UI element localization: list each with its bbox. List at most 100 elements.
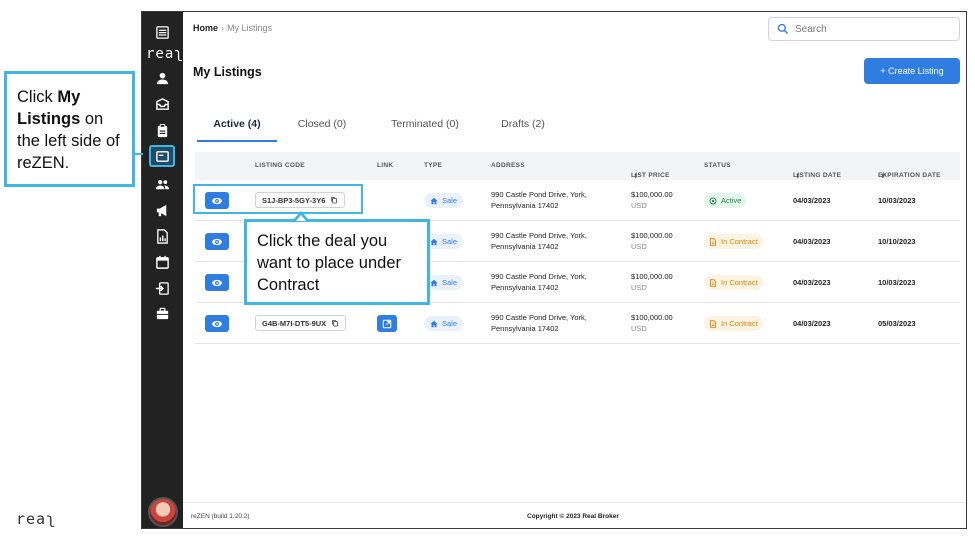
type-label: Sale [442, 196, 458, 205]
price-amount: $100,000.00 [631, 313, 673, 322]
sort-icon: ⬍ [633, 173, 639, 180]
list-price: $100,000.00 USD [631, 312, 673, 334]
price-currency: USD [631, 324, 647, 333]
briefcase-icon[interactable] [152, 303, 172, 323]
tabs: Active (4) Closed (0) Terminated (0) Dra… [197, 112, 563, 142]
tab-terminated[interactable]: Terminated (0) [367, 112, 483, 142]
type-badge: Sale [424, 316, 464, 331]
status-badge: In Contract [704, 234, 763, 249]
type-badge: Sale [424, 193, 464, 208]
listing-address: 990 Castle Pond Drive, York, Pennsylvani… [491, 190, 587, 210]
view-listing-button[interactable] [205, 315, 229, 332]
price-currency: USD [631, 283, 647, 292]
listing-date: 04/03/2023 [793, 278, 831, 287]
status-label: In Contract [721, 278, 758, 287]
house-icon [430, 320, 438, 327]
price-currency: USD [631, 201, 647, 210]
list-price: $100,000.00 USD [631, 271, 673, 293]
open-link-button[interactable] [377, 315, 397, 332]
house-icon [430, 238, 438, 245]
price-amount: $100,000.00 [631, 272, 673, 281]
tab-drafts[interactable]: Drafts (2) [483, 112, 563, 142]
view-listing-button[interactable] [205, 233, 229, 250]
header-expiration-date-label: EXPIRATION DATE [878, 172, 941, 179]
build-version: reZEN (build 1.20.2) [191, 513, 250, 520]
header-listing-code: LISTING CODE [255, 162, 305, 169]
house-icon [430, 279, 438, 286]
listing-date: 04/03/2023 [793, 196, 831, 205]
listing-date: 04/03/2023 [793, 319, 831, 328]
sidebar: reaʅ [142, 12, 183, 528]
status-label: Active [721, 196, 742, 205]
expiration-date: 10/10/2023 [878, 237, 916, 246]
sort-icon: ⬍ [795, 173, 801, 180]
user-icon[interactable] [152, 68, 172, 88]
type-label: Sale [442, 319, 458, 328]
top-bar: Home › My Listings [183, 12, 966, 46]
tab-active[interactable]: Active (4) [197, 112, 277, 142]
listing-address: 990 Castle Pond Drive, York, Pennsylvani… [491, 272, 587, 292]
breadcrumb: Home › My Listings [193, 23, 272, 33]
listing-date: 04/03/2023 [793, 237, 831, 246]
document-icon [710, 237, 716, 246]
list-price: $100,000.00 USD [631, 189, 673, 211]
expiration-date: 10/03/2023 [878, 278, 916, 287]
callout-my-listings: Click My Listings on the left side of re… [4, 71, 135, 187]
external-link-icon [382, 319, 392, 328]
brand-logo: reaʅ [146, 46, 184, 62]
status-label: In Contract [721, 319, 758, 328]
tab-closed[interactable]: Closed (0) [277, 112, 367, 142]
view-listing-button[interactable] [205, 274, 229, 291]
document-icon [710, 319, 716, 328]
copyright: Copyright © 2023 Real Broker [527, 513, 619, 520]
list-price: $100,000.00 USD [631, 230, 673, 252]
price-amount: $100,000.00 [631, 190, 673, 199]
search-box[interactable] [768, 17, 960, 41]
status-label: In Contract [721, 237, 758, 246]
callout-text-pre: Click [17, 88, 58, 106]
table-header: LISTING CODE LINK TYPE ADDRESS LIST PRIC… [195, 152, 960, 180]
price-currency: USD [631, 242, 647, 251]
expiration-date: 10/03/2023 [878, 196, 916, 205]
callout-pointer-inner [296, 215, 306, 221]
header-type: TYPE [424, 162, 443, 169]
inbox-icon[interactable] [152, 94, 172, 114]
expiration-date: 05/03/2023 [878, 319, 916, 328]
listing-address: 990 Castle Pond Drive, York, Pennsylvani… [491, 313, 587, 333]
breadcrumb-separator: › [221, 23, 225, 33]
listing-code-chip[interactable]: G4B-M7I-DT5-9UX [255, 315, 347, 331]
house-icon [430, 197, 438, 204]
price-amount: $100,000.00 [631, 231, 673, 240]
table-row[interactable]: G4B-M7I-DT5-9UX Sale 990 Castle Pond Drive… [195, 303, 960, 344]
search-input[interactable] [795, 23, 945, 35]
status-badge: Active [704, 193, 747, 208]
sort-icon: ⬍ [880, 173, 886, 180]
copy-icon[interactable] [331, 319, 339, 327]
search-icon [777, 23, 788, 34]
avatar[interactable] [148, 497, 178, 527]
eye-icon [212, 320, 222, 327]
breadcrumb-home[interactable]: Home [193, 23, 218, 33]
breadcrumb-current: My Listings [227, 23, 273, 33]
corner-logo: reaʅ [16, 510, 57, 528]
megaphone-icon[interactable] [152, 200, 172, 220]
listings-icon[interactable] [149, 145, 175, 167]
team-icon[interactable] [152, 174, 172, 194]
create-listing-button[interactable]: + Create Listing [864, 58, 960, 84]
header-status: STATUS [704, 162, 731, 169]
report-icon[interactable] [152, 226, 172, 246]
menu-icon[interactable] [152, 22, 172, 42]
callout-connector [135, 153, 143, 155]
calendar-icon[interactable] [152, 252, 172, 272]
header-address: ADDRESS [491, 162, 525, 169]
login-icon[interactable] [152, 278, 172, 298]
tutorial-slide: reaʅ Home › My Listings Search My Listin… [0, 0, 975, 541]
status-badge: In Contract [704, 316, 763, 331]
type-label: Sale [442, 278, 458, 287]
check-circle-icon [709, 197, 717, 204]
listing-code: G4B-M7I-DT5-9UX [262, 318, 327, 328]
eye-icon [212, 238, 222, 245]
clipboard-icon[interactable] [152, 120, 172, 140]
status-badge: In Contract [704, 275, 763, 290]
header-link: LINK [377, 162, 394, 169]
